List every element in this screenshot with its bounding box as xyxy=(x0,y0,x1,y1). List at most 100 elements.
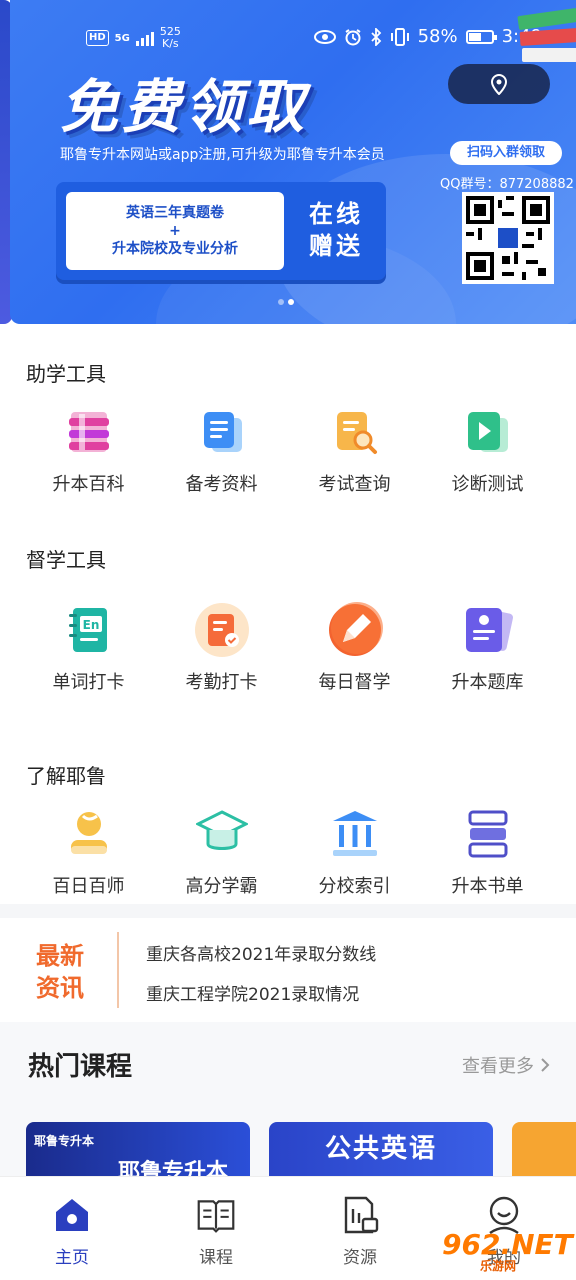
attendance-icon xyxy=(194,603,249,657)
pencil-icon xyxy=(328,602,383,656)
tool-exam-query[interactable]: 考试查询 xyxy=(288,404,421,496)
tool-label: 高分学霸 xyxy=(185,876,258,897)
about-grid: 百日百师 高分学霸 分校索引 升本书单 xyxy=(22,806,554,898)
carousel-dot xyxy=(278,299,284,305)
tool-top-students[interactable]: 高分学霸 xyxy=(155,806,288,898)
hot-courses-title: 热门课程 xyxy=(28,1052,133,1082)
news-item[interactable]: 重庆各高校2021年录取分数线 xyxy=(146,940,376,965)
promo-banner[interactable]: HD 5G 525 K/s 58% 3:49 免费领取 耶鲁专升本网站或a xyxy=(10,0,576,324)
play-icon xyxy=(467,412,508,452)
tool-materials[interactable]: 备考资料 xyxy=(155,404,288,496)
network-type: 5G xyxy=(114,32,130,44)
qr-code xyxy=(462,192,554,284)
tool-label: 百日百师 xyxy=(52,876,125,897)
tool-label: 备考资料 xyxy=(185,474,258,495)
tool-label: 分校索引 xyxy=(318,876,391,897)
ticket-online-gift: 在线赠送 xyxy=(309,200,363,260)
tab-label: 课程 xyxy=(199,1248,233,1268)
teacher-icon xyxy=(70,812,107,854)
resource-icon xyxy=(344,1196,379,1234)
study-tools-grid: 升本百科 备考资料 考试查询 诊断测试 xyxy=(22,404,554,496)
qr-code-icon xyxy=(466,196,550,280)
alarm-icon xyxy=(345,28,361,45)
tool-label: 单词打卡 xyxy=(52,672,125,693)
vibrate-icon xyxy=(390,27,409,46)
tab-resources[interactable]: 资源 xyxy=(288,1177,432,1280)
tool-label: 升本百科 xyxy=(52,474,125,495)
tab-label: 资源 xyxy=(343,1248,377,1268)
graduation-cap-icon xyxy=(195,810,248,850)
eye-icon xyxy=(313,29,336,44)
building-icon xyxy=(332,811,377,856)
signal-icon xyxy=(135,30,154,46)
question-bank-icon xyxy=(465,608,513,652)
spacer xyxy=(0,520,576,534)
tool-label: 考勤打卡 xyxy=(185,672,258,693)
tool-attendance-checkin[interactable]: 考勤打卡 xyxy=(155,602,288,694)
news-section: 最新资讯 重庆各高校2021年录取分数线 重庆工程学院2021录取情况 xyxy=(0,918,576,1022)
document-icon xyxy=(203,412,242,452)
supervise-tools-title: 督学工具 xyxy=(26,548,106,572)
tool-word-checkin[interactable]: En 单词打卡 xyxy=(22,602,155,694)
location-button[interactable] xyxy=(448,64,550,104)
course-card-title: 公共英语 xyxy=(324,1134,437,1164)
books-icon xyxy=(468,810,507,858)
banner-title: 免费领取 xyxy=(60,73,309,141)
watermark-logo: 962.NET 乐游网 xyxy=(442,1228,573,1274)
tool-encyclopedia[interactable]: 升本百科 xyxy=(22,404,155,496)
qq-group-number: QQ群号：877208882 xyxy=(440,177,574,192)
tool-book-list[interactable]: 升本书单 xyxy=(421,806,554,898)
news-divider xyxy=(117,932,119,1008)
news-tag: 最新资讯 xyxy=(36,942,84,1002)
tool-question-bank[interactable]: 升本题库 xyxy=(421,602,554,694)
chevron-right-icon xyxy=(541,1058,550,1072)
ticket-line2: 升本院校及专业分析 xyxy=(112,241,238,257)
carousel-dot-active xyxy=(288,299,294,305)
tool-branch-index[interactable]: 分校索引 xyxy=(288,806,421,898)
course-card-brand: 耶鲁专升本 xyxy=(34,1134,95,1148)
encyclopedia-icon xyxy=(68,412,109,452)
view-more-link[interactable]: 查看更多 xyxy=(462,1052,550,1078)
ticket-line1: 英语三年真题卷 xyxy=(126,205,224,221)
speed-unit: K/s xyxy=(162,37,179,50)
tool-label: 诊断测试 xyxy=(451,474,524,495)
books-illustration xyxy=(517,8,576,62)
hd-indicator: HD xyxy=(86,30,109,46)
bluetooth-icon xyxy=(370,27,381,46)
study-tools-title: 助学工具 xyxy=(26,362,106,386)
course-card[interactable]: 耶鲁专升本 耶鲁专升本 xyxy=(26,1122,250,1182)
ticket-content: 英语三年真题卷 + 升本院校及专业分析 xyxy=(66,192,284,270)
tool-label: 升本书单 xyxy=(451,876,524,897)
home-icon xyxy=(56,1199,88,1231)
view-more-label: 查看更多 xyxy=(462,1056,534,1077)
ticket-plus: + xyxy=(169,223,181,239)
search-doc-icon xyxy=(336,412,377,454)
course-card[interactable] xyxy=(512,1122,576,1182)
tool-diagnostic-test[interactable]: 诊断测试 xyxy=(421,404,554,496)
battery-icon xyxy=(465,29,497,44)
hot-courses-section: 热门课程 查看更多 耶鲁专升本 耶鲁专升本 公共英语 xyxy=(0,1022,576,1182)
battery-level xyxy=(468,32,482,41)
section-divider xyxy=(0,904,576,918)
book-icon xyxy=(197,1200,235,1233)
supervise-tools-grid: En 单词打卡 考勤打卡 每日督学 升本题库 xyxy=(22,602,554,694)
battery-percent: 58% xyxy=(417,26,458,47)
tab-courses[interactable]: 课程 xyxy=(144,1177,288,1280)
status-bar: HD 5G 525 K/s 58% 3:49 xyxy=(10,0,576,52)
scan-join-button[interactable]: 扫码入群领取 xyxy=(450,141,562,165)
tool-daily-supervise[interactable]: 每日督学 xyxy=(288,602,421,694)
tool-label: 每日督学 xyxy=(318,672,391,693)
tool-hundred-teachers[interactable]: 百日百师 xyxy=(22,806,155,898)
carousel-dots xyxy=(278,299,294,305)
gift-ticket[interactable]: 英语三年真题卷 + 升本院校及专业分析 在线赠送 xyxy=(56,182,386,280)
location-pin-icon xyxy=(490,74,508,95)
course-card[interactable]: 公共英语 xyxy=(269,1122,493,1182)
banner-subtitle: 耶鲁专升本网站或app注册,可升级为耶鲁专升本会员 xyxy=(60,147,385,163)
svg-text:En: En xyxy=(82,618,99,632)
tool-label: 升本题库 xyxy=(451,672,524,693)
vocabulary-icon: En xyxy=(68,608,107,652)
tool-label: 考试查询 xyxy=(318,474,391,495)
news-item[interactable]: 重庆工程学院2021录取情况 xyxy=(146,980,359,1005)
tab-home[interactable]: 主页 xyxy=(0,1177,144,1280)
tab-label: 主页 xyxy=(55,1248,89,1268)
